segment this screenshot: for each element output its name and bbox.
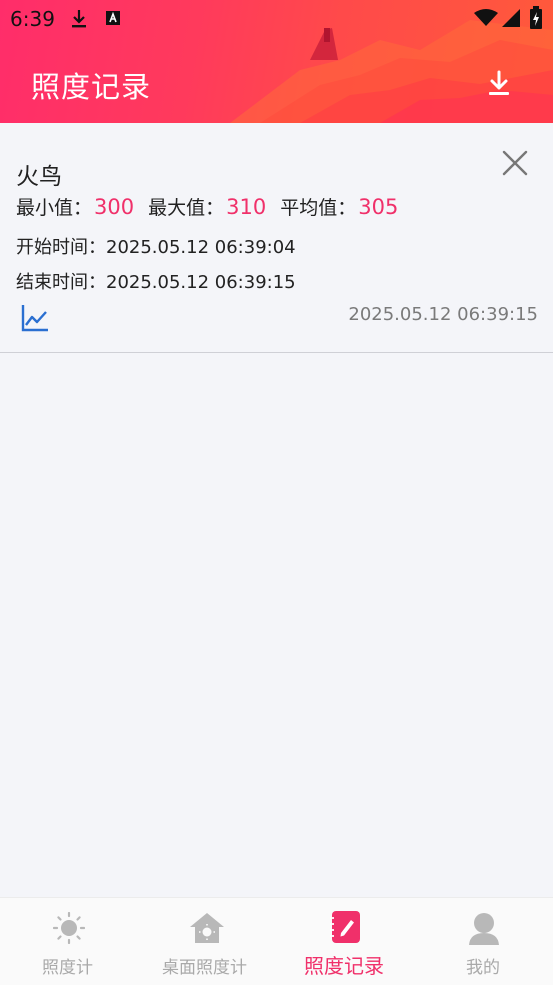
avg-label: 平均值： [280,197,357,219]
close-icon [502,150,528,176]
nav-item-profile[interactable]: 我的 [414,898,553,985]
end-time-row: 结束时间：2025.05.12 06:39:15 [16,268,296,294]
export-button[interactable] [481,66,517,102]
record-card[interactable]: 火鸟 最小值：300 最大值：310 平均值：305 开始时间：2025.05.12… [0,123,553,353]
nav-item-lux-meter[interactable]: 照度计 [0,898,138,985]
status-time: 6:39 [10,7,55,31]
bottom-navigation: 照度计 桌面照度计 照度记录 我的 [0,897,553,985]
app-header: 6:39 照度记录 [0,0,553,123]
record-name: 火鸟 [16,164,62,190]
app-notification-icon [106,11,120,25]
nav-label-lux-records: 照度记录 [304,954,384,978]
battery-charging-icon [530,6,542,29]
min-label: 最小值： [16,197,93,219]
record-timestamp: 2025.05.12 06:39:15 [348,304,538,325]
nav-label-profile: 我的 [466,958,500,978]
nav-label-lux-meter: 照度计 [42,958,93,978]
status-bar: 6:39 [0,0,553,36]
nav-item-desktop-lux-meter[interactable]: 桌面照度计 [138,898,276,985]
max-label: 最大值： [148,197,225,219]
page-title: 照度记录 [31,70,152,104]
nav-item-lux-records[interactable]: 照度记录 [276,898,414,985]
end-time: 2025.05.12 06:39:15 [106,272,296,293]
start-label: 开始时间： [16,237,106,258]
max-value: 310 [226,195,267,219]
min-value: 300 [94,195,135,219]
start-time: 2025.05.12 06:39:04 [106,237,296,258]
nav-label-desktop-lux-meter: 桌面照度计 [162,958,247,978]
end-label: 结束时间： [16,272,106,293]
download-status-icon [72,10,86,28]
home-icon [190,913,224,943]
download-icon [489,70,509,95]
avg-value: 305 [358,195,399,219]
view-chart-button[interactable] [20,303,50,333]
delete-record-button[interactable] [498,146,532,180]
person-icon [469,913,499,945]
wifi-icon [474,9,498,26]
start-time-row: 开始时间：2025.05.12 06:39:04 [16,233,296,259]
cellular-signal-icon [502,9,520,27]
stats-row: 最小值：300 最大值：310 平均值：305 [16,193,412,223]
line-chart-icon [21,305,48,332]
edit-note-icon [330,911,360,943]
sun-icon [53,912,85,944]
